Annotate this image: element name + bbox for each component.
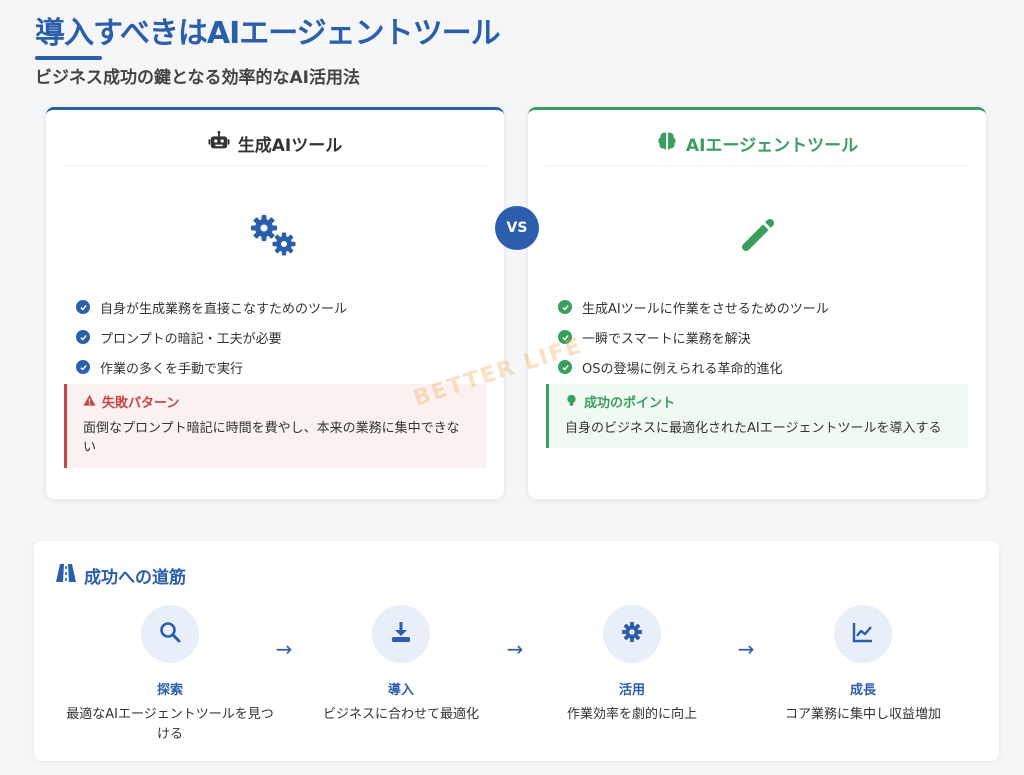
check-circle-icon (558, 360, 572, 374)
success-point-callout: 成功のポイント 自身のビジネスに最適化されたAIエージェントツールを導入する (546, 384, 968, 448)
road-icon (56, 564, 76, 587)
wand-icon (733, 210, 783, 260)
ai-agent-card: AIエージェントツール 生成AIツールに作業をさせるためのツール 一瞬でスマート… (528, 107, 986, 499)
step-label: 成長 (849, 683, 876, 698)
failure-pattern-callout: 失敗パターン 面倒なプロンプト暗記に時間を費やし、本来の業務に集中できない (64, 384, 486, 468)
list-item: プロンプトの暗記・工夫が必要 (76, 322, 347, 352)
generative-ai-card: 生成AIツール 自身が生成業務を直接こなすためのツール プロンプトの暗記・工夫が… (46, 107, 504, 499)
check-circle-icon (558, 330, 572, 344)
warning-icon (83, 394, 96, 414)
gear-icon (621, 621, 643, 647)
card-title: 生成AIツール (237, 136, 343, 156)
callout-title: 成功のポイント (584, 396, 676, 411)
path-title: 成功への道筋 (84, 568, 186, 588)
step-utilize: 活用 作業効率を劇的に向上 (520, 605, 744, 725)
card-title: AIエージェントツール (685, 136, 859, 156)
feature-list: 自身が生成業務を直接こなすためのツール プロンプトの暗記・工夫が必要 作業の多く… (76, 292, 347, 382)
card-header: AIエージェントツール (546, 122, 968, 166)
callout-body: 面倒なプロンプト暗記に時間を費やし、本来の業務に集中できない (83, 421, 460, 455)
step-install: 導入 ビジネスに合わせて最適化 (289, 605, 513, 725)
brain-icon (656, 130, 678, 157)
step-grow: 成長 コア業務に集中し収益増加 (751, 605, 975, 725)
list-item: OSの登場に例えられる革命的進化 (558, 352, 829, 382)
page-title: 導入すべきはAIエージェントツール (35, 16, 501, 51)
lightbulb-icon (565, 394, 578, 414)
callout-title: 失敗パターン (102, 396, 180, 411)
robot-icon (208, 130, 230, 157)
page-subtitle: ビジネス成功の鍵となる効率的なAI活用法 (35, 68, 360, 88)
list-item: 作業の多くを手動で実行 (76, 352, 347, 382)
step-label: 探索 (156, 683, 183, 698)
chart-line-icon (852, 621, 874, 647)
step-label: 導入 (387, 683, 414, 698)
list-item: 一瞬でスマートに業務を解決 (558, 322, 829, 352)
step-explore: 探索 最適なAIエージェントツールを見つける (58, 605, 282, 745)
list-item: 自身が生成業務を直接こなすためのツール (76, 292, 347, 322)
callout-body: 自身のビジネスに最適化されたAIエージェントツールを導入する (565, 421, 942, 436)
step-label: 活用 (618, 683, 645, 698)
title-underline (35, 56, 102, 60)
check-circle-icon (76, 330, 90, 344)
download-icon (390, 621, 412, 647)
step-desc: コア業務に集中し収益増加 (784, 707, 941, 722)
vs-badge: VS (495, 206, 539, 250)
check-circle-icon (558, 300, 572, 314)
feature-list: 生成AIツールに作業をさせるためのツール 一瞬でスマートに業務を解決 OSの登場… (558, 292, 829, 382)
check-circle-icon (76, 300, 90, 314)
gears-icon (246, 210, 302, 260)
step-desc: 作業効率を劇的に向上 (566, 707, 697, 722)
step-desc: ビジネスに合わせて最適化 (322, 707, 479, 722)
step-desc: 最適なAIエージェントツールを見つける (66, 707, 274, 742)
success-path-panel: 成功への道筋 探索 最適なAIエージェントツールを見つける → 導入 ビジネスに… (34, 541, 999, 761)
search-icon (159, 621, 181, 647)
list-item: 生成AIツールに作業をさせるためのツール (558, 292, 829, 322)
check-circle-icon (76, 360, 90, 374)
card-header: 生成AIツール (64, 122, 486, 166)
